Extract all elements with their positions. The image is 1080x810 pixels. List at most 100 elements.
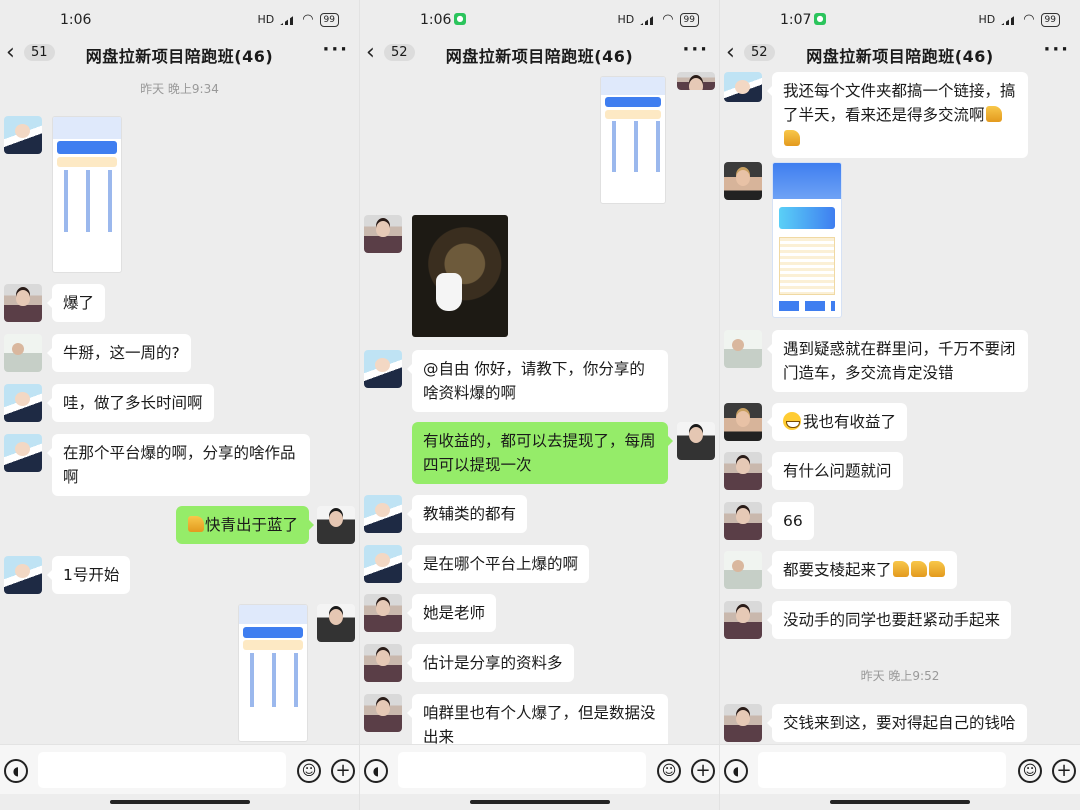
avatar[interactable]	[4, 334, 42, 372]
photo-message[interactable]	[412, 215, 508, 337]
more-icon[interactable]: ···	[322, 39, 349, 60]
thumbs-up-icon	[910, 561, 927, 577]
signal-icon	[280, 14, 297, 25]
message-bubble[interactable]: 估计是分享的资料多	[407, 644, 574, 682]
message-bubble[interactable]: 1号开始	[46, 556, 131, 594]
message-bubble[interactable]: 哇，做了多长时间啊	[47, 384, 214, 422]
signal-icon	[640, 14, 657, 25]
avatar[interactable]	[724, 452, 762, 490]
plus-icon[interactable]: +	[1052, 759, 1076, 783]
status-time: 1:06	[420, 12, 452, 28]
message-bubble[interactable]: 在那个平台爆的啊，分享的啥作品啊	[47, 434, 310, 496]
grin-emoji-icon	[783, 412, 801, 430]
wechat-notification-icon: ●	[454, 13, 466, 25]
avatar[interactable]	[4, 284, 42, 322]
voice-icon[interactable]: ◖	[364, 759, 388, 783]
avatar[interactable]	[724, 704, 762, 742]
message-bubble[interactable]: 教辅类的都有	[406, 495, 528, 533]
more-icon[interactable]: ···	[682, 39, 709, 60]
chat-title: 网盘拉新项目陪跑班(46)	[85, 47, 274, 66]
message-bubble[interactable]: 我也有收益了	[766, 403, 908, 441]
avatar[interactable]	[364, 545, 402, 583]
avatar[interactable]	[724, 162, 762, 200]
message-bubble[interactable]: 是在哪个平台上爆的啊	[406, 545, 590, 583]
avatar[interactable]	[364, 495, 402, 533]
thumbs-up-icon	[187, 516, 204, 532]
avatar[interactable]	[364, 594, 402, 632]
message-bubble[interactable]: 交钱来到这，要对得起自己的钱哈	[767, 704, 1027, 742]
avatar-self[interactable]	[677, 422, 715, 460]
input-bar: ◖ ☺ +	[720, 744, 1080, 794]
emoji-icon[interactable]: ☺	[297, 759, 321, 783]
message-input[interactable]	[758, 752, 1006, 788]
message-bubble[interactable]: 没动手的同学也要赶紧动手起来	[766, 601, 1012, 639]
message-input[interactable]	[38, 752, 286, 788]
message-text: 我还每个文件夹都搞一个链接，搞了半天，看来还是得多交流啊	[783, 82, 1016, 124]
message-bubble[interactable]: 我还每个文件夹都搞一个链接，搞了半天，看来还是得多交流啊	[767, 72, 1028, 158]
status-time: 1:06	[60, 12, 92, 28]
avatar[interactable]	[4, 116, 42, 154]
message-text: 我也有收益了	[803, 413, 897, 431]
avatar[interactable]	[724, 403, 762, 441]
avatar[interactable]	[724, 502, 762, 540]
status-bar: 1:06 ● HD ◠ 99	[360, 0, 719, 40]
status-bar: 1:06 HD ◠ 99	[0, 0, 359, 40]
image-message-self[interactable]	[600, 76, 666, 204]
input-bar: ◖ ☺ +	[0, 744, 359, 794]
home-indicator[interactable]	[830, 800, 970, 804]
battery-icon: 99	[679, 12, 699, 27]
avatar[interactable]	[364, 350, 402, 388]
message-bubble-self[interactable]: 快青出于蓝了	[175, 506, 315, 544]
thumbs-up-icon	[985, 106, 1002, 122]
message-bubble[interactable]: @自由 你好，请教下，你分享的啥资料爆的啊	[407, 350, 668, 412]
image-message-self[interactable]	[238, 604, 308, 742]
avatar-self[interactable]	[317, 604, 355, 642]
avatar[interactable]	[4, 434, 42, 472]
image-message[interactable]	[52, 116, 122, 273]
status-icons: HD ◠ 99	[617, 12, 699, 27]
message-bubble[interactable]: 爆了	[46, 284, 106, 322]
chat-title: 网盘拉新项目陪跑班(46)	[445, 47, 634, 66]
message-bubble[interactable]: 有什么问题就问	[767, 452, 903, 490]
home-indicator[interactable]	[110, 800, 250, 804]
chat-header: ‹ 52 网盘拉新项目陪跑班(46) ···	[360, 38, 719, 70]
voice-icon[interactable]: ◖	[724, 759, 748, 783]
wifi-icon: ◠	[302, 12, 314, 27]
message-timestamp: 昨天 晚上9:34	[140, 82, 219, 96]
avatar[interactable]	[724, 601, 762, 639]
thumbs-up-icon	[928, 561, 945, 577]
message-input[interactable]	[398, 752, 646, 788]
message-bubble[interactable]: 66	[767, 502, 814, 540]
message-bubble[interactable]: 牛掰，这一周的?	[47, 334, 191, 372]
avatar[interactable]	[364, 644, 402, 682]
avatar[interactable]	[4, 556, 42, 594]
image-message[interactable]	[772, 162, 842, 318]
message-text: 快青出于蓝了	[204, 516, 298, 534]
emoji-icon[interactable]: ☺	[657, 759, 681, 783]
message-bubble[interactable]: 都要支棱起来了	[767, 551, 957, 589]
avatar[interactable]	[4, 384, 42, 422]
chat-panel-2: 1:06 ● HD ◠ 99 ‹ 52 网盘拉新项目陪跑班(46) ··· @自…	[360, 0, 720, 810]
voice-icon[interactable]: ◖	[4, 759, 28, 783]
avatar-self[interactable]	[317, 506, 355, 544]
wifi-icon: ◠	[662, 12, 674, 27]
home-indicator[interactable]	[470, 800, 610, 804]
message-bubble[interactable]: 遇到疑惑就在群里问，千万不要闭门造车，多交流肯定没错	[767, 330, 1028, 392]
avatar[interactable]	[724, 551, 762, 589]
plus-icon[interactable]: +	[331, 759, 355, 783]
chat-header: ‹ 51 网盘拉新项目陪跑班(46) ···	[0, 38, 359, 70]
emoji-icon[interactable]: ☺	[1018, 759, 1042, 783]
avatar[interactable]	[677, 72, 715, 90]
battery-icon: 99	[1040, 12, 1060, 27]
avatar[interactable]	[364, 694, 402, 732]
avatar[interactable]	[724, 330, 762, 368]
message-bubble-self[interactable]: 有收益的，都可以去提现了，每周四可以提现一次	[412, 422, 673, 484]
chat-panel-1: 1:06 HD ◠ 99 ‹ 51 网盘拉新项目陪跑班(46) ··· 昨天 晚…	[0, 0, 360, 810]
avatar[interactable]	[364, 215, 402, 253]
more-icon[interactable]: ···	[1043, 39, 1070, 60]
signal-icon	[1001, 14, 1018, 25]
plus-icon[interactable]: +	[691, 759, 715, 783]
message-bubble[interactable]: 她是老师	[406, 594, 497, 632]
wifi-icon: ◠	[1023, 12, 1035, 27]
avatar[interactable]	[724, 72, 762, 102]
